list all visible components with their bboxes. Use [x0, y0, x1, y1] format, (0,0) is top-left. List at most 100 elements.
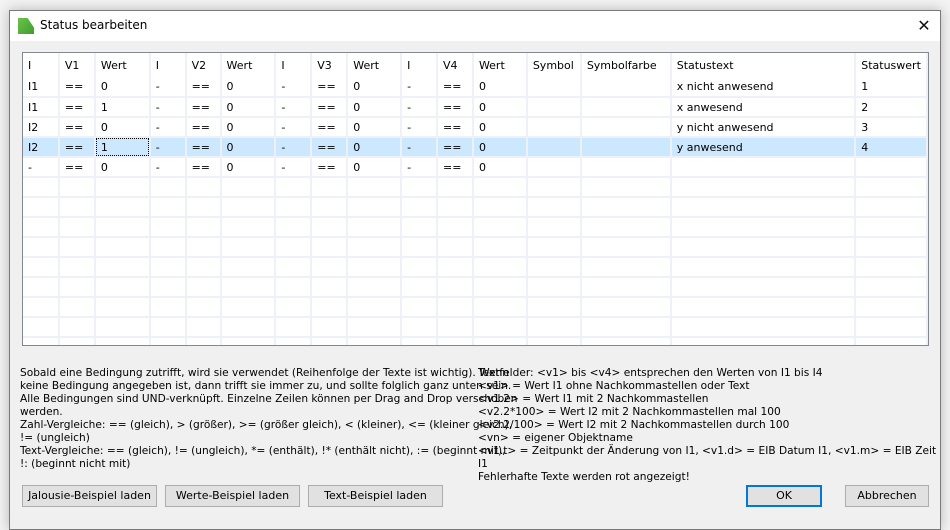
- column-header[interactable]: V1: [58, 53, 96, 77]
- table-cell[interactable]: ==: [436, 97, 474, 118]
- table-cell[interactable]: I2: [23, 137, 60, 158]
- load-values-example-button[interactable]: Werte-Beispiel laden: [165, 485, 300, 507]
- table-cell[interactable]: 2: [855, 97, 928, 118]
- table-cell[interactable]: ==: [58, 117, 96, 138]
- table-cell[interactable]: y nicht anwesend: [670, 117, 857, 138]
- table-cell[interactable]: 0: [472, 117, 528, 138]
- table-cell[interactable]: [526, 97, 582, 118]
- status-grid[interactable]: I V1 Wert I V2 Wert I V3 Wert I V4 Wert Symbol Symbol…: [22, 52, 929, 346]
- table-cell[interactable]: 0: [220, 117, 277, 138]
- table-cell[interactable]: ==: [185, 77, 222, 98]
- table-cell[interactable]: [580, 157, 672, 178]
- table-cell[interactable]: [670, 157, 857, 178]
- table-cell[interactable]: [580, 137, 672, 158]
- table-cell[interactable]: 0: [94, 157, 151, 178]
- table-row[interactable]: I1 == 0- == 0- == 0- == 0 x nicht anwesend 1: [23, 77, 928, 98]
- table-cell[interactable]: -: [401, 77, 438, 98]
- ok-button[interactable]: OK: [746, 485, 822, 507]
- column-header[interactable]: Wert: [347, 53, 403, 77]
- table-cell[interactable]: I2: [23, 117, 60, 138]
- table-cell[interactable]: ==: [185, 137, 222, 158]
- table-cell[interactable]: 4: [855, 137, 928, 158]
- table-cell[interactable]: ==: [436, 117, 474, 138]
- table-cell[interactable]: 0: [472, 157, 528, 178]
- column-header[interactable]: Statuswert: [855, 53, 928, 77]
- table-cell[interactable]: 0: [347, 137, 403, 158]
- column-header[interactable]: Wert: [472, 53, 528, 77]
- table-cell[interactable]: 0: [472, 137, 528, 158]
- table-cell[interactable]: ==: [58, 97, 96, 118]
- table-cell[interactable]: -: [149, 137, 187, 158]
- table-cell[interactable]: -: [275, 157, 313, 178]
- column-header[interactable]: Symbolfarbe: [580, 53, 672, 77]
- table-cell[interactable]: [855, 157, 928, 178]
- column-header[interactable]: V2: [185, 53, 222, 77]
- column-header[interactable]: I: [275, 53, 313, 77]
- table-cell[interactable]: ==: [185, 157, 222, 178]
- column-header[interactable]: Wert: [220, 53, 277, 77]
- table-cell[interactable]: I1: [23, 77, 60, 98]
- table-cell[interactable]: 0: [347, 77, 403, 98]
- table-cell[interactable]: ==: [58, 77, 96, 98]
- table-row[interactable]: I1 == 1- == 0- == 0- == 0 x anwesend 2: [23, 97, 928, 118]
- table-cell[interactable]: 0: [472, 77, 528, 98]
- table-cell[interactable]: 1: [855, 77, 928, 98]
- table-cell[interactable]: 1: [94, 137, 151, 158]
- table-cell[interactable]: ==: [185, 97, 222, 118]
- table-cell[interactable]: 0: [220, 157, 277, 178]
- table-cell[interactable]: ==: [436, 157, 474, 178]
- table-cell[interactable]: ==: [58, 137, 96, 158]
- column-header[interactable]: Statustext: [670, 53, 857, 77]
- table-cell[interactable]: 1: [94, 97, 151, 118]
- table-cell[interactable]: -: [149, 97, 187, 118]
- column-header[interactable]: I: [401, 53, 438, 77]
- table-cell[interactable]: [526, 157, 582, 178]
- cancel-button[interactable]: Abbrechen: [845, 485, 929, 507]
- table-cell[interactable]: ==: [311, 97, 349, 118]
- table-cell[interactable]: ==: [311, 157, 349, 178]
- table-cell[interactable]: x nicht anwesend: [670, 77, 857, 98]
- column-header[interactable]: V4: [436, 53, 474, 77]
- table-cell[interactable]: [526, 77, 582, 98]
- column-header[interactable]: V3: [311, 53, 349, 77]
- table-cell[interactable]: -: [275, 77, 313, 98]
- column-header[interactable]: Symbol: [526, 53, 582, 77]
- close-icon[interactable]: ✕: [908, 11, 940, 41]
- table-cell[interactable]: ==: [436, 137, 474, 158]
- table-cell[interactable]: 0: [94, 117, 151, 138]
- table-cell[interactable]: -: [275, 137, 313, 158]
- table-cell[interactable]: ==: [311, 117, 349, 138]
- table-cell[interactable]: -: [401, 157, 438, 178]
- load-text-example-button[interactable]: Text-Beispiel laden: [308, 485, 443, 507]
- table-row[interactable]: - == 0- == 0- == 0- == 0: [23, 157, 928, 178]
- table-cell[interactable]: -: [275, 117, 313, 138]
- table-row[interactable]: I2 == 0- == 0- == 0- == 0 y nicht anwesend 3: [23, 117, 928, 138]
- table-cell[interactable]: 0: [472, 97, 528, 118]
- table-cell[interactable]: -: [149, 157, 187, 178]
- table-cell[interactable]: [526, 117, 582, 138]
- table-cell[interactable]: 0: [94, 77, 151, 98]
- table-cell[interactable]: x anwesend: [670, 97, 857, 118]
- table-cell[interactable]: [580, 77, 672, 98]
- table-cell[interactable]: -: [149, 117, 187, 138]
- column-header[interactable]: Wert: [94, 53, 151, 77]
- table-cell[interactable]: 0: [347, 157, 403, 178]
- table-cell[interactable]: ==: [436, 77, 474, 98]
- table-cell[interactable]: -: [23, 157, 60, 178]
- table-cell[interactable]: 0: [220, 97, 277, 118]
- table-cell[interactable]: 0: [347, 97, 403, 118]
- table-cell[interactable]: 0: [220, 137, 277, 158]
- table-cell[interactable]: [526, 137, 582, 158]
- table-cell[interactable]: -: [275, 97, 313, 118]
- column-header[interactable]: I: [149, 53, 187, 77]
- table-cell[interactable]: [580, 97, 672, 118]
- table-cell[interactable]: y anwesend: [670, 137, 857, 158]
- table-cell[interactable]: -: [401, 117, 438, 138]
- table-cell[interactable]: 3: [855, 117, 928, 138]
- table-cell[interactable]: -: [401, 97, 438, 118]
- table-cell[interactable]: ==: [185, 117, 222, 138]
- table-cell[interactable]: [580, 117, 672, 138]
- table-cell[interactable]: -: [401, 137, 438, 158]
- table-cell[interactable]: ==: [311, 77, 349, 98]
- table-row[interactable]: I2 == 1- == 0- == 0- == 0 y anwesend 4: [23, 137, 928, 158]
